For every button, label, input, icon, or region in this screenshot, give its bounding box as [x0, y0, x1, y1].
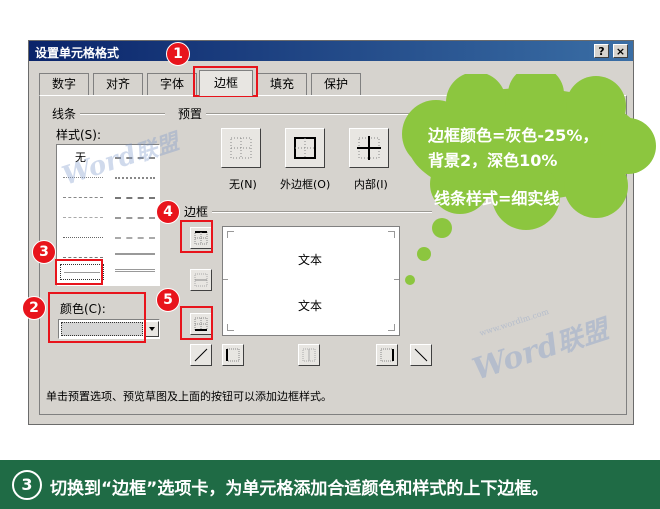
hint-text: 单击预置选项、预览草图及上面的按钮可以添加边框样式。: [46, 390, 332, 403]
preset-outline-label: 外边框(O): [280, 178, 331, 191]
footer-instruction: 切换到“边框”选项卡，为单元格添加合适颜色和样式的上下边框。: [50, 479, 549, 499]
border-preview[interactable]: 文本 文本: [222, 226, 400, 336]
border-group-title: 边框: [184, 205, 209, 219]
badge-step-1: 1: [166, 42, 190, 66]
preview-corner-mark: [227, 324, 234, 331]
preset-none-icon: [230, 137, 252, 159]
instruction-footer: 3 切换到“边框”选项卡，为单元格添加合适颜色和样式的上下边框。: [0, 460, 660, 509]
border-diagonal-up-button[interactable]: [190, 344, 212, 366]
style-label: 样式(S):: [56, 128, 102, 142]
preview-text-top: 文本: [298, 253, 323, 267]
tab-border[interactable]: 边框: [199, 70, 253, 96]
preview-corner-mark: [388, 231, 395, 238]
callout-line-1: 边框颜色=灰色-25%，: [428, 126, 599, 145]
highlight-color-dropdown: [48, 292, 146, 343]
border-left-button[interactable]: [222, 344, 244, 366]
preview-text-bottom: 文本: [298, 299, 323, 313]
chevron-down-icon: [149, 327, 155, 331]
dropdown-button[interactable]: [145, 321, 159, 337]
badge-step-5: 5: [156, 288, 180, 312]
tab-number[interactable]: 数字: [39, 73, 89, 95]
presets-divider: [206, 113, 426, 115]
preset-inside-label: 内部(I): [354, 178, 388, 191]
preset-none-button[interactable]: [221, 128, 261, 168]
footer-step-number: 3: [12, 470, 42, 500]
line-group-title: 线条: [52, 107, 77, 121]
dialog-title-bar[interactable]: 设置单元格格式 ? ×: [29, 41, 633, 61]
badge-step-2: 2: [22, 296, 46, 320]
line-style-item[interactable]: [115, 197, 155, 199]
border-vertical-inside-icon: [302, 348, 316, 362]
preset-outline-icon: [294, 137, 316, 159]
tab-font[interactable]: 字体: [147, 73, 197, 95]
preset-inside-icon: [357, 136, 381, 160]
line-style-item[interactable]: [63, 237, 103, 238]
line-style-item[interactable]: [115, 269, 155, 272]
line-style-item[interactable]: [115, 177, 155, 179]
border-vertical-inside-button[interactable]: [298, 344, 320, 366]
highlight-top-border-button: [180, 220, 213, 253]
diagonal-up-icon: [194, 348, 208, 362]
badge-step-4: 4: [156, 200, 180, 224]
highlight-line-style: [55, 259, 103, 285]
border-left-icon: [226, 348, 240, 362]
dialog-title: 设置单元格格式: [35, 46, 120, 60]
line-style-item[interactable]: [115, 237, 155, 239]
border-right-icon: [380, 348, 394, 362]
close-button[interactable]: ×: [613, 44, 628, 58]
highlight-bottom-border-button: [180, 306, 213, 340]
preset-inside-button[interactable]: [349, 128, 389, 168]
line-group-divider: [80, 113, 165, 115]
diagonal-down-icon: [414, 348, 428, 362]
help-button[interactable]: ?: [594, 44, 609, 58]
badge-step-3: 3: [32, 240, 56, 264]
tab-fill[interactable]: 填充: [257, 73, 307, 95]
border-horizontal-inside-button[interactable]: [190, 269, 212, 291]
line-style-item[interactable]: [115, 217, 155, 219]
presets-group-title: 预置: [178, 107, 203, 121]
callout-line-2: 背景2，深色10%: [428, 151, 558, 170]
callout-text: 边框颜色=灰色-25%， 背景2，深色10% 线条样式=细实线: [428, 122, 598, 209]
tab-alignment[interactable]: 对齐: [93, 73, 143, 95]
border-diagonal-down-button[interactable]: [410, 344, 432, 366]
line-style-item[interactable]: [63, 217, 103, 218]
line-style-item[interactable]: [63, 197, 103, 198]
border-horizontal-inside-icon: [194, 273, 208, 287]
callout-line-3: 线条样式=细实线: [434, 189, 560, 208]
preset-outline-button[interactable]: [285, 128, 325, 168]
preview-corner-mark: [227, 231, 234, 238]
border-right-button[interactable]: [376, 344, 398, 366]
preset-none-label: 无(N): [229, 178, 257, 191]
line-style-item[interactable]: [63, 257, 103, 258]
preview-middle-mark: [223, 279, 228, 280]
preview-corner-mark: [388, 324, 395, 331]
tab-protection[interactable]: 保护: [311, 73, 361, 95]
line-style-item[interactable]: [115, 253, 155, 255]
